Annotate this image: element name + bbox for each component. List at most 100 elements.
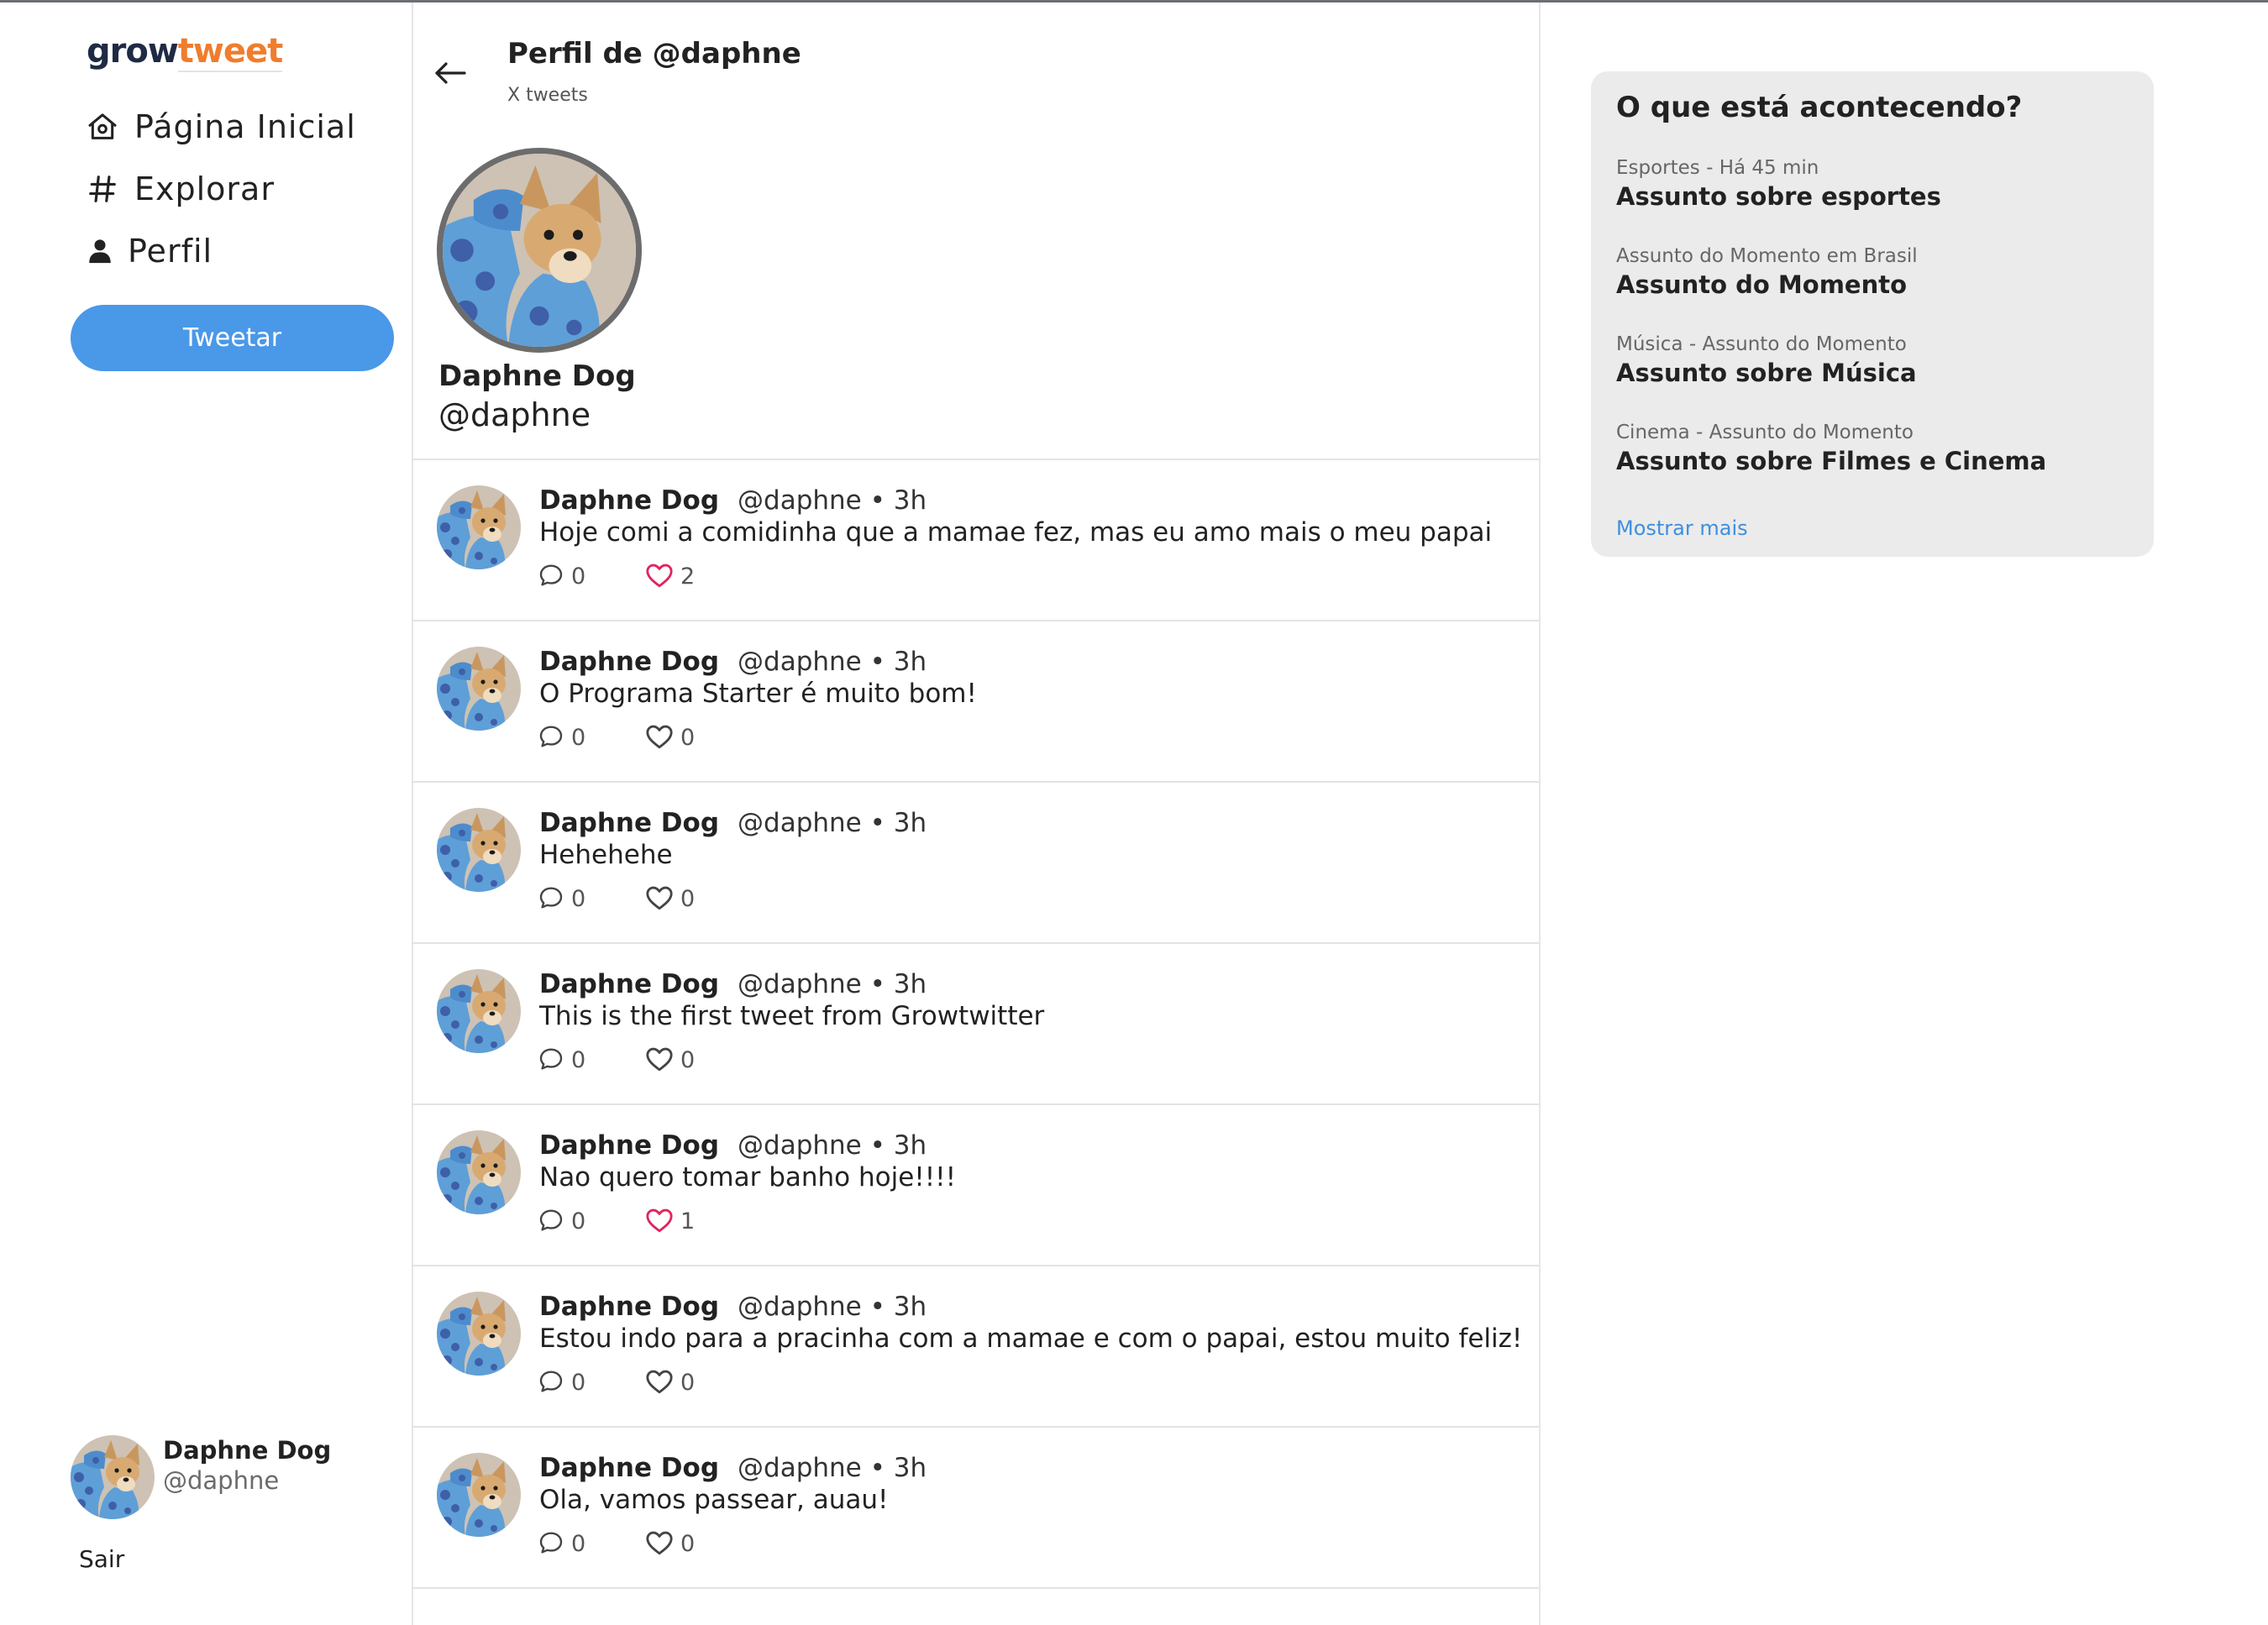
tweet-text: This is the first tweet from Growtwitter (539, 1001, 1045, 1031)
trends-panel: O que está acontecendo? Esportes - Há 45… (1591, 71, 2154, 557)
tweet-text: Nao quero tomar banho hoje!!!! (539, 1162, 956, 1193)
show-more-link[interactable]: Mostrar mais (1616, 515, 1748, 542)
user-icon (84, 233, 116, 270)
tweet-list: Daphne Dog @daphne • 3h Hoje comi a comid… (412, 459, 1539, 1589)
trend-topic: Assunto sobre Música (1616, 359, 1917, 387)
like-button[interactable]: 0 (645, 723, 695, 753)
tweet-avatar[interactable] (437, 1130, 521, 1214)
reply-count: 0 (571, 564, 586, 590)
reply-button[interactable]: 0 (538, 1529, 585, 1559)
profile-avatar[interactable] (437, 148, 642, 353)
logo-part-tweet: tweet (177, 32, 283, 72)
trend-item[interactable]: Música - Assunto do Momento Assunto sobr… (1616, 332, 2137, 389)
tweet-avatar[interactable] (437, 1453, 521, 1537)
tweet-author-name: Daphne Dog (539, 647, 720, 677)
like-count: 0 (680, 886, 696, 912)
like-count: 0 (680, 1047, 696, 1073)
reply-button[interactable]: 0 (538, 562, 585, 592)
trend-category: Esportes - Há 45 min (1616, 157, 1819, 179)
comment-icon (538, 1207, 564, 1237)
like-button[interactable]: 0 (645, 884, 695, 915)
like-button[interactable]: 2 (645, 562, 695, 592)
trend-item[interactable]: Assunto do Momento em Brasil Assunto do … (1616, 244, 2137, 301)
nav-item-profile[interactable]: Perfil (84, 228, 213, 275)
reply-button[interactable]: 0 (538, 1046, 585, 1076)
tweet-item[interactable]: Daphne Dog @daphne • 3h Ola, vamos passea… (412, 1428, 1539, 1589)
tweet-header: Daphne Dog @daphne • 3h (539, 806, 927, 840)
logout-link[interactable]: Sair (79, 1544, 124, 1575)
heart-icon (645, 1529, 674, 1559)
reply-button[interactable]: 0 (538, 723, 585, 753)
profile-column: Perfil de @daphne X tweets Daphne Dog @d… (412, 3, 1541, 1625)
profile-name: Daphne Dog (438, 359, 636, 393)
trend-item[interactable]: Esportes - Há 45 min Assunto sobre espor… (1616, 155, 2137, 212)
tweet-time: • 3h (861, 808, 927, 838)
tweet-avatar[interactable] (437, 647, 521, 731)
tweet-text: Estou indo para a pracinha com a mamae e… (539, 1324, 1523, 1354)
current-user-avatar[interactable] (71, 1435, 155, 1519)
tweet-item[interactable]: Daphne Dog @daphne • 3h This is the first… (412, 944, 1539, 1105)
logo-part-grow: grow (87, 32, 179, 71)
tweet-count: X tweets (507, 85, 588, 106)
tweet-avatar[interactable] (437, 808, 521, 892)
tweet-text: Hoje comi a comidinha que a mamae fez, m… (539, 517, 1493, 548)
tweet-author-handle: @daphne (738, 1292, 862, 1322)
tweet-author-name: Daphne Dog (539, 1130, 720, 1161)
reply-button[interactable]: 0 (538, 1207, 585, 1237)
tweet-time: • 3h (861, 1130, 927, 1161)
like-button[interactable]: 0 (645, 1046, 695, 1076)
tweet-item[interactable]: Daphne Dog @daphne • 3h Hoje comi a comid… (412, 460, 1539, 621)
tweet-avatar[interactable] (437, 969, 521, 1053)
tweet-button[interactable]: Tweetar (71, 305, 394, 371)
like-count: 0 (680, 1531, 696, 1557)
back-arrow-icon[interactable] (428, 55, 472, 92)
tweet-item[interactable]: Daphne Dog @daphne • 3h O Programa Starte… (412, 621, 1539, 783)
like-button[interactable]: 0 (645, 1368, 695, 1398)
like-count: 0 (680, 725, 696, 751)
tweet-header: Daphne Dog @daphne • 3h (539, 1129, 927, 1162)
like-count: 0 (680, 1370, 696, 1396)
reply-count: 0 (571, 725, 586, 751)
page-title: Perfil de @daphne (507, 37, 801, 71)
tweet-avatar[interactable] (437, 485, 521, 569)
reply-count: 0 (571, 1531, 586, 1557)
heart-icon (645, 723, 674, 753)
tweet-time: • 3h (861, 1453, 927, 1483)
tweet-avatar[interactable] (437, 1292, 521, 1376)
tweet-header: Daphne Dog @daphne • 3h (539, 967, 927, 1001)
heart-icon (645, 1368, 674, 1398)
like-count: 1 (680, 1208, 696, 1234)
tweet-item[interactable]: Daphne Dog @daphne • 3h Nao quero tomar b… (412, 1105, 1539, 1266)
reply-count: 0 (571, 1047, 586, 1073)
current-user-handle: @daphne (163, 1466, 280, 1495)
nav-item-home[interactable]: Página Inicial (84, 103, 356, 150)
like-button[interactable]: 0 (645, 1529, 695, 1559)
nav-item-explore[interactable]: Explorar (84, 165, 275, 212)
trend-item[interactable]: Cinema - Assunto do Momento Assunto sobr… (1616, 420, 2137, 477)
nav-item-label: Perfil (128, 233, 213, 270)
reply-button[interactable]: 0 (538, 1368, 585, 1398)
tweet-time: • 3h (861, 969, 927, 999)
tweet-header: Daphne Dog @daphne • 3h (539, 1290, 927, 1324)
heart-icon (645, 1046, 674, 1076)
reply-count: 0 (571, 1370, 586, 1396)
reply-button[interactable]: 0 (538, 884, 585, 915)
tweet-header: Daphne Dog @daphne • 3h (539, 1451, 927, 1485)
like-button[interactable]: 1 (645, 1207, 695, 1237)
comment-icon (538, 1046, 564, 1076)
tweet-time: • 3h (861, 485, 927, 516)
tweet-item[interactable]: Daphne Dog @daphne • 3h Hehehehe 0 0 (412, 783, 1539, 944)
trend-category: Música - Assunto do Momento (1616, 333, 1907, 355)
left-sidebar: growtweet Página Inicial Explorar Perfil… (0, 3, 413, 1625)
trend-topic: Assunto sobre esportes (1616, 182, 1941, 211)
heart-icon (645, 562, 674, 592)
like-count: 2 (680, 564, 696, 590)
tweet-time: • 3h (861, 1292, 927, 1322)
trend-topic: Assunto do Momento (1616, 270, 1908, 299)
trend-category: Cinema - Assunto do Momento (1616, 422, 1914, 443)
profile-handle: @daphne (438, 396, 591, 433)
trends-title: O que está acontecendo? (1616, 91, 2023, 124)
growtweet-logo[interactable]: growtweet (87, 28, 283, 75)
trend-category: Assunto do Momento em Brasil (1616, 245, 1918, 267)
tweet-item[interactable]: Daphne Dog @daphne • 3h Estou indo para a… (412, 1266, 1539, 1428)
